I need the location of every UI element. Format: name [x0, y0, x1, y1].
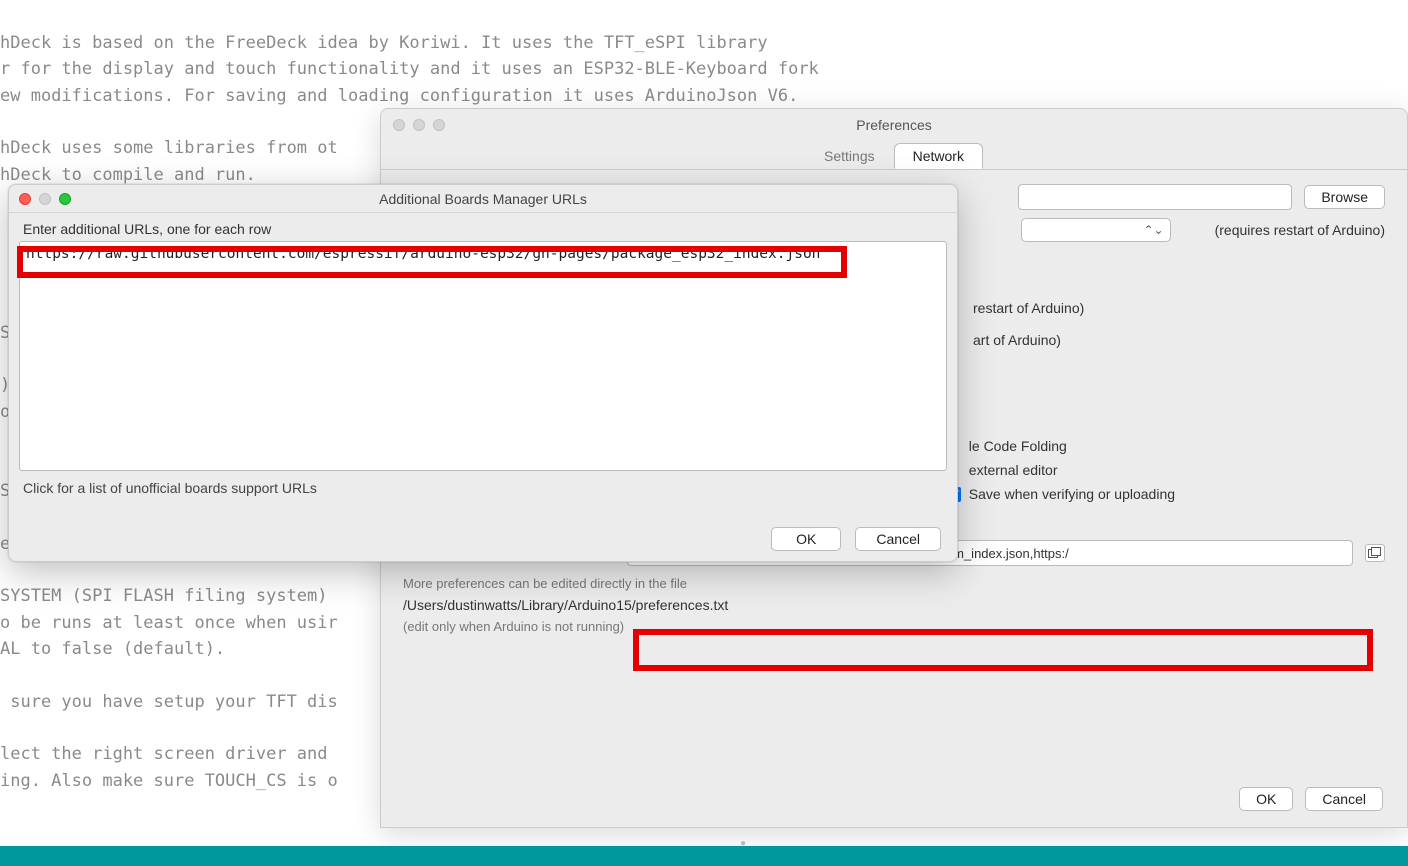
- sketchbook-location-field[interactable]: [1018, 184, 1292, 210]
- open-urls-dialog-icon[interactable]: [1365, 544, 1385, 562]
- urls-textarea[interactable]: [19, 241, 947, 471]
- preferences-footer: OK Cancel: [1239, 787, 1383, 811]
- more-prefs-line1: More preferences can be edited directly …: [403, 576, 1385, 591]
- urls-dialog-title: Additional Boards Manager URLs: [9, 191, 957, 207]
- check-code-folding[interactable]: le Code Folding: [946, 438, 1175, 454]
- tab-network[interactable]: Network: [894, 143, 983, 169]
- more-prefs-path: /Users/dustinwatts/Library/Arduino15/pre…: [403, 597, 1385, 613]
- prefs-cancel-button[interactable]: Cancel: [1305, 787, 1383, 811]
- check-external-editor[interactable]: external editor: [946, 462, 1175, 478]
- browse-button[interactable]: Browse: [1304, 185, 1385, 209]
- preferences-titlebar: Preferences: [381, 109, 1407, 141]
- urls-ok-button[interactable]: OK: [771, 527, 841, 551]
- urls-hint-link[interactable]: Click for a list of unofficial boards su…: [19, 474, 947, 496]
- restart-note: (requires restart of Arduino): [1215, 222, 1385, 238]
- check-save-verify[interactable]: Save when verifying or uploading: [946, 486, 1175, 502]
- status-bar: [0, 846, 1408, 866]
- urls-titlebar: Additional Boards Manager URLs: [9, 185, 957, 213]
- urls-cancel-button[interactable]: Cancel: [855, 527, 941, 551]
- highlight-box-prefs: [633, 629, 1373, 671]
- preferences-title: Preferences: [381, 117, 1407, 133]
- urls-instruction: Enter additional URLs, one for each row: [19, 221, 947, 241]
- prefs-ok-button[interactable]: OK: [1239, 787, 1293, 811]
- boards-urls-dialog: Additional Boards Manager URLs Enter add…: [8, 184, 958, 562]
- tab-settings[interactable]: Settings: [805, 143, 894, 169]
- chevron-up-down-icon: ⌃⌄: [1143, 223, 1163, 237]
- urls-footer: OK Cancel: [771, 527, 941, 551]
- language-select[interactable]: ⌃⌄: [1021, 218, 1171, 242]
- preferences-tabs: Settings Network: [381, 143, 1407, 170]
